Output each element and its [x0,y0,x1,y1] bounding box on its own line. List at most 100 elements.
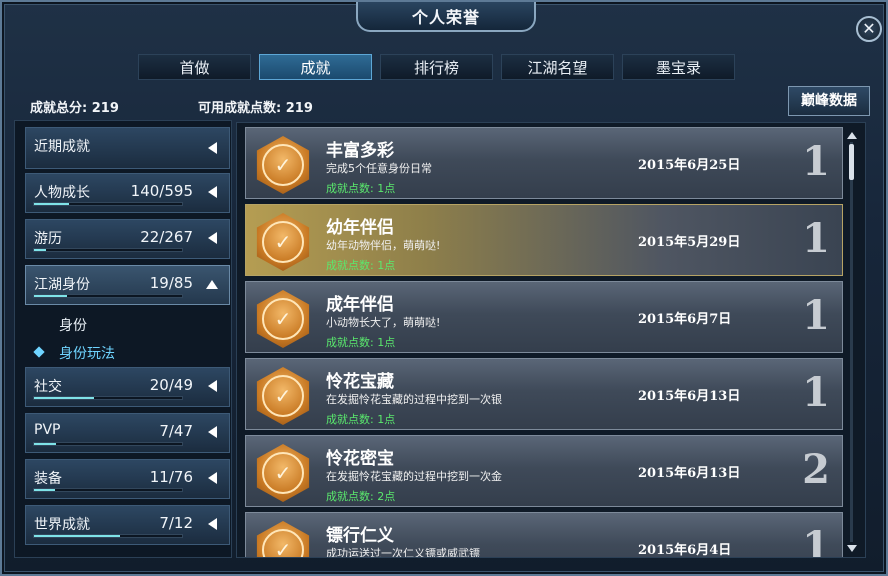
scroll-thumb[interactable] [849,144,854,180]
achievement-row[interactable]: ✓ 成年伴侣 小动物长大了，萌萌哒! 成就点数: 1点 2015年6月7日 1 [245,281,843,353]
category-travel[interactable]: 游历 22/267 [25,219,230,259]
achievement-title: 镖行仁义 [326,526,394,546]
achievement-desc: 小动物长大了，萌萌哒! [326,316,441,329]
progress-fill [34,249,47,251]
progress-fill [34,295,68,297]
achievement-desc: 幼年动物伴侣，萌萌哒! [326,239,441,252]
total-score: 成就总分: 219 [30,101,119,116]
close-icon[interactable]: ✕ [856,16,882,42]
achievement-row[interactable]: ✓ 怜花密宝 在发掘怜花宝藏的过程中挖到一次金 成就点数: 2点 2015年6月… [245,435,843,507]
progress-fill [34,535,121,537]
achievement-badge-icon: ✓ [256,136,310,194]
progress-fill [34,443,57,445]
achievement-desc: 完成5个任意身份日常 [326,162,432,175]
progress-fill [34,397,95,399]
achievement-badge-icon: ✓ [256,444,310,502]
achievement-row[interactable]: ✓ 怜花宝藏 在发掘怜花宝藏的过程中挖到一次银 成就点数: 1点 2015年6月… [245,358,843,430]
achievement-points: 成就点数: 1点 [326,336,396,349]
checkmark-icon: ✓ [262,298,304,340]
achievement-title: 成年伴侣 [326,295,394,315]
category-count: 7/47 [159,422,193,440]
achievement-title: 怜花密宝 [326,449,394,469]
achievement-date: 2015年6月25日 [638,158,741,173]
achievement-rank: 1 [802,138,830,185]
achievement-rank: 1 [802,523,830,558]
achievement-row[interactable]: ✓ 镖行仁义 成功运送过一次仁义镖或威武镖 2015年6月4日 1 [245,512,843,558]
category-count: 19/85 [149,274,193,292]
progress-bar [33,294,183,298]
progress-bar [33,488,183,492]
chevron-left-icon [208,380,217,392]
tab-bar: 首做 成就 排行榜 江湖名望 墨宝录 [138,54,735,80]
achievement-title: 幼年伴侣 [326,218,394,238]
category-sidebar: 近期成就 人物成长 140/595 游历 22/267 江湖身份 19/85 身… [14,120,232,558]
achievement-badge-icon: ✓ [256,213,310,271]
chevron-left-icon [208,426,217,438]
achievement-rank: 1 [802,215,830,262]
available-points: 可用成就点数: 219 [198,101,313,116]
category-equipment[interactable]: 装备 11/76 [25,459,230,499]
achievement-date: 2015年6月13日 [638,389,741,404]
category-world[interactable]: 世界成就 7/12 [25,505,230,545]
category-jianghu-identity[interactable]: 江湖身份 19/85 [25,265,230,305]
category-label: 游历 [34,231,62,247]
achievement-desc: 成功运送过一次仁义镖或威武镖 [326,547,480,558]
chevron-left-icon [208,232,217,244]
scrollbar[interactable] [846,132,858,552]
category-label: 人物成长 [34,185,90,201]
progress-bar [33,396,183,400]
category-count: 22/267 [140,228,193,246]
category-character-growth[interactable]: 人物成长 140/595 [25,173,230,213]
progress-bar [33,202,183,206]
scroll-track[interactable] [850,142,853,542]
checkmark-icon: ✓ [262,144,304,186]
achievement-date: 2015年6月4日 [638,543,732,558]
category-count: 7/12 [159,514,193,532]
category-label: 世界成就 [34,517,90,533]
achievement-rank: 1 [802,292,830,339]
achievement-points: 成就点数: 1点 [326,259,396,272]
chevron-left-icon [208,518,217,530]
chevron-up-icon [206,280,218,289]
achievement-rank: 2 [802,446,830,493]
category-label: 装备 [34,471,62,487]
achievement-desc: 在发掘怜花宝藏的过程中挖到一次银 [326,393,502,406]
category-label: PVP [34,422,61,438]
scroll-down-icon[interactable] [847,545,857,552]
tab-jianghu-fame[interactable]: 江湖名望 [501,54,614,80]
achievement-points: 成就点数: 1点 [326,413,396,426]
achievement-rank: 1 [802,369,830,416]
category-label: 江湖身份 [34,277,90,293]
achievement-row[interactable]: ✓ 丰富多彩 完成5个任意身份日常 成就点数: 1点 2015年6月25日 1 [245,127,843,199]
tab-leaderboard[interactable]: 排行榜 [380,54,493,80]
category-recent[interactable]: 近期成就 [25,127,230,169]
category-pvp[interactable]: PVP 7/47 [25,413,230,453]
checkmark-icon: ✓ [262,529,304,557]
progress-fill [34,489,56,491]
category-count: 20/49 [149,376,193,394]
scroll-up-icon[interactable] [847,132,857,139]
tab-calligraphy-record[interactable]: 墨宝录 [622,54,735,80]
category-count: 140/595 [130,182,193,200]
category-count: 11/76 [149,468,193,486]
diamond-icon [33,346,45,358]
achievement-badge-icon: ✓ [256,290,310,348]
achievement-title: 丰富多彩 [326,141,394,161]
peak-data-button[interactable]: 巅峰数据 [788,86,870,116]
achievement-row[interactable]: ✓ 幼年伴侣 幼年动物伴侣，萌萌哒! 成就点数: 1点 2015年5月29日 1 [245,204,843,276]
achievement-points: 成就点数: 2点 [326,490,396,503]
category-social[interactable]: 社交 20/49 [25,367,230,407]
category-label: 近期成就 [34,139,90,155]
progress-fill [34,203,69,205]
achievement-title: 怜花宝藏 [326,372,394,392]
sub-item-identity-gameplay[interactable]: 身份玩法 [59,343,115,363]
achievement-date: 2015年6月13日 [638,466,741,481]
sub-item-identity[interactable]: 身份 [59,315,87,335]
category-label: 社交 [34,379,62,395]
achievement-points: 成就点数: 1点 [326,182,396,195]
tab-first-completion[interactable]: 首做 [138,54,251,80]
tab-achievements[interactable]: 成就 [259,54,372,80]
progress-bar [33,442,183,446]
chevron-left-icon [208,472,217,484]
progress-bar [33,248,183,252]
